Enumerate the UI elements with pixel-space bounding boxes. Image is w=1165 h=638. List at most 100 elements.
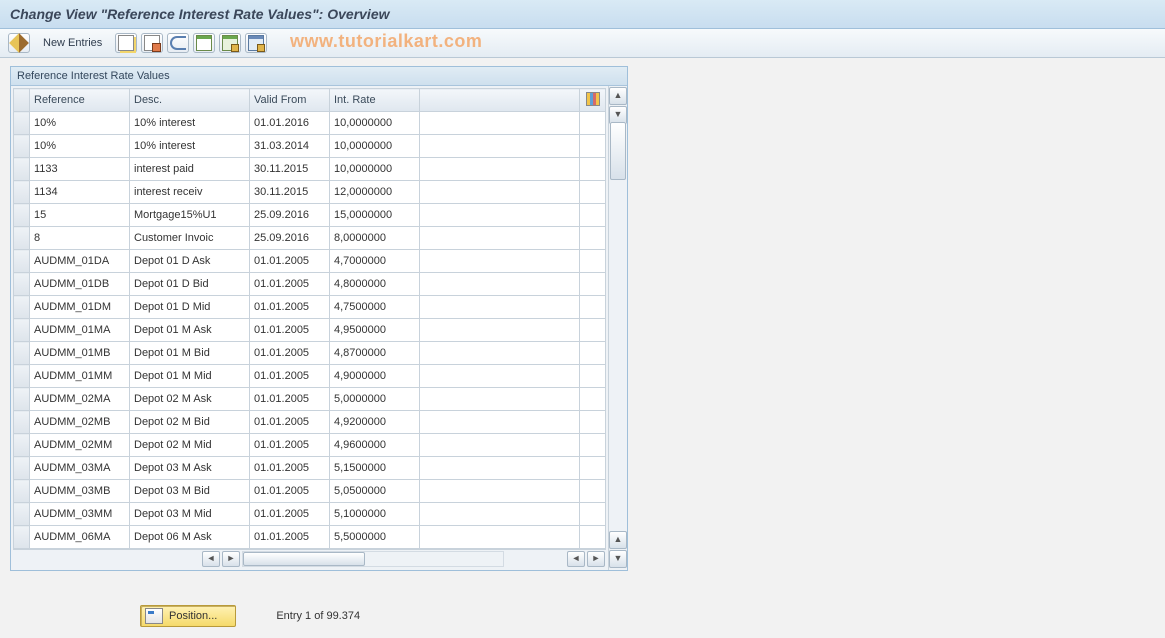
cell-int-rate[interactable]: 15,0000000	[330, 204, 420, 227]
cell-valid-from[interactable]: 30.11.2015	[250, 181, 330, 204]
undo-button[interactable]	[167, 33, 189, 53]
cell-reference[interactable]: AUDMM_02MA	[30, 388, 130, 411]
table-row[interactable]: AUDMM_01MBDepot 01 M Bid01.01.20054,8700…	[14, 342, 606, 365]
cell-int-rate[interactable]: 5,1000000	[330, 503, 420, 526]
cell-reference[interactable]: AUDMM_01MB	[30, 342, 130, 365]
cell-valid-from[interactable]: 01.01.2005	[250, 457, 330, 480]
table-row[interactable]: 15Mortgage15%U125.09.201615,0000000	[14, 204, 606, 227]
cell-valid-from[interactable]: 30.11.2015	[250, 158, 330, 181]
row-selector[interactable]	[14, 526, 30, 549]
cell-desc[interactable]: Customer Invoic	[130, 227, 250, 250]
cell-int-rate[interactable]: 4,9000000	[330, 365, 420, 388]
copy-as-button[interactable]	[115, 33, 137, 53]
cell-desc[interactable]: Mortgage15%U1	[130, 204, 250, 227]
cell-valid-from[interactable]: 01.01.2005	[250, 503, 330, 526]
table-row[interactable]: AUDMM_03MBDepot 03 M Bid01.01.20055,0500…	[14, 480, 606, 503]
cell-valid-from[interactable]: 01.01.2005	[250, 411, 330, 434]
cell-reference[interactable]: AUDMM_01MM	[30, 365, 130, 388]
cell-valid-from[interactable]: 01.01.2005	[250, 434, 330, 457]
table-row[interactable]: AUDMM_02MADepot 02 M Ask01.01.20055,0000…	[14, 388, 606, 411]
table-row[interactable]: AUDMM_01DMDepot 01 D Mid01.01.20054,7500…	[14, 296, 606, 319]
cell-valid-from[interactable]: 01.01.2005	[250, 365, 330, 388]
new-entries-button[interactable]: New Entries	[34, 34, 111, 52]
row-selector[interactable]	[14, 135, 30, 158]
horizontal-scrollbar[interactable]: ◄ ► ◄ ►	[13, 549, 606, 568]
table-row[interactable]: AUDMM_01MADepot 01 M Ask01.01.20054,9500…	[14, 319, 606, 342]
cell-reference[interactable]: AUDMM_03MM	[30, 503, 130, 526]
cell-int-rate[interactable]: 4,7500000	[330, 296, 420, 319]
cell-desc[interactable]: Depot 03 M Bid	[130, 480, 250, 503]
cell-desc[interactable]: Depot 01 D Ask	[130, 250, 250, 273]
position-button[interactable]: Position...	[140, 605, 236, 627]
cell-reference[interactable]: 10%	[30, 135, 130, 158]
cell-desc[interactable]: Depot 01 M Bid	[130, 342, 250, 365]
cell-int-rate[interactable]: 5,0000000	[330, 388, 420, 411]
cell-int-rate[interactable]: 12,0000000	[330, 181, 420, 204]
h-scroll-thumb[interactable]	[243, 552, 365, 566]
cell-reference[interactable]: AUDMM_01MA	[30, 319, 130, 342]
cell-reference[interactable]: 10%	[30, 112, 130, 135]
row-selector[interactable]	[14, 227, 30, 250]
table-row[interactable]: AUDMM_03MADepot 03 M Ask01.01.20055,1500…	[14, 457, 606, 480]
table-row[interactable]: 1133interest paid30.11.201510,0000000	[14, 158, 606, 181]
delete-button[interactable]	[141, 33, 163, 53]
table-row[interactable]: 10%10% interest01.01.201610,0000000	[14, 112, 606, 135]
cell-desc[interactable]: 10% interest	[130, 135, 250, 158]
v-scroll-thumb[interactable]	[610, 122, 626, 180]
row-selector[interactable]	[14, 181, 30, 204]
cell-valid-from[interactable]: 31.03.2014	[250, 135, 330, 158]
cell-desc[interactable]: interest paid	[130, 158, 250, 181]
cell-desc[interactable]: Depot 06 M Ask	[130, 526, 250, 549]
cell-valid-from[interactable]: 01.01.2016	[250, 112, 330, 135]
cell-reference[interactable]: AUDMM_03MA	[30, 457, 130, 480]
cell-reference[interactable]: 8	[30, 227, 130, 250]
cell-int-rate[interactable]: 4,9600000	[330, 434, 420, 457]
cell-int-rate[interactable]: 5,1500000	[330, 457, 420, 480]
cell-desc[interactable]: Depot 02 M Ask	[130, 388, 250, 411]
cell-reference[interactable]: AUDMM_03MB	[30, 480, 130, 503]
cell-valid-from[interactable]: 01.01.2005	[250, 250, 330, 273]
table-row[interactable]: 8Customer Invoic25.09.20168,0000000	[14, 227, 606, 250]
scroll-left-end-icon[interactable]: ◄	[567, 551, 585, 567]
cell-reference[interactable]: AUDMM_01DM	[30, 296, 130, 319]
cell-reference[interactable]: AUDMM_01DA	[30, 250, 130, 273]
table-row[interactable]: AUDMM_03MMDepot 03 M Mid01.01.20055,1000…	[14, 503, 606, 526]
row-selector[interactable]	[14, 204, 30, 227]
row-selector[interactable]	[14, 296, 30, 319]
row-selector[interactable]	[14, 365, 30, 388]
cell-int-rate[interactable]: 4,8000000	[330, 273, 420, 296]
row-selector[interactable]	[14, 342, 30, 365]
scroll-down-icon[interactable]: ▼	[609, 550, 627, 568]
table-row[interactable]: AUDMM_06MADepot 06 M Ask01.01.20055,5000…	[14, 526, 606, 549]
cell-int-rate[interactable]: 10,0000000	[330, 112, 420, 135]
vertical-scrollbar[interactable]: ▲ ▼ ▲ ▼	[608, 86, 627, 570]
row-selector[interactable]	[14, 388, 30, 411]
cell-valid-from[interactable]: 01.01.2005	[250, 388, 330, 411]
table-row[interactable]: AUDMM_02MBDepot 02 M Bid01.01.20054,9200…	[14, 411, 606, 434]
cell-int-rate[interactable]: 10,0000000	[330, 135, 420, 158]
row-select-header[interactable]	[14, 89, 30, 112]
scroll-up-end-icon[interactable]: ▲	[609, 531, 627, 549]
row-selector[interactable]	[14, 273, 30, 296]
cell-valid-from[interactable]: 01.01.2005	[250, 526, 330, 549]
select-block-button[interactable]	[219, 33, 241, 53]
cell-desc[interactable]: Depot 02 M Bid	[130, 411, 250, 434]
cell-reference[interactable]: AUDMM_01DB	[30, 273, 130, 296]
cell-desc[interactable]: Depot 01 M Mid	[130, 365, 250, 388]
h-scroll-track[interactable]	[242, 551, 504, 567]
row-selector[interactable]	[14, 112, 30, 135]
scroll-right-inner-icon[interactable]: ►	[222, 551, 240, 567]
col-int-rate[interactable]: Int. Rate	[330, 89, 420, 112]
col-valid-from[interactable]: Valid From	[250, 89, 330, 112]
row-selector[interactable]	[14, 250, 30, 273]
v-scroll-track[interactable]	[610, 122, 626, 550]
cell-int-rate[interactable]: 4,9500000	[330, 319, 420, 342]
cell-desc[interactable]: Depot 03 M Ask	[130, 457, 250, 480]
cell-valid-from[interactable]: 25.09.2016	[250, 227, 330, 250]
col-reference[interactable]: Reference	[30, 89, 130, 112]
cell-valid-from[interactable]: 01.01.2005	[250, 273, 330, 296]
cell-desc[interactable]: Depot 01 D Mid	[130, 296, 250, 319]
cell-int-rate[interactable]: 5,0500000	[330, 480, 420, 503]
table-row[interactable]: 1134interest receiv30.11.201512,0000000	[14, 181, 606, 204]
cell-desc[interactable]: interest receiv	[130, 181, 250, 204]
